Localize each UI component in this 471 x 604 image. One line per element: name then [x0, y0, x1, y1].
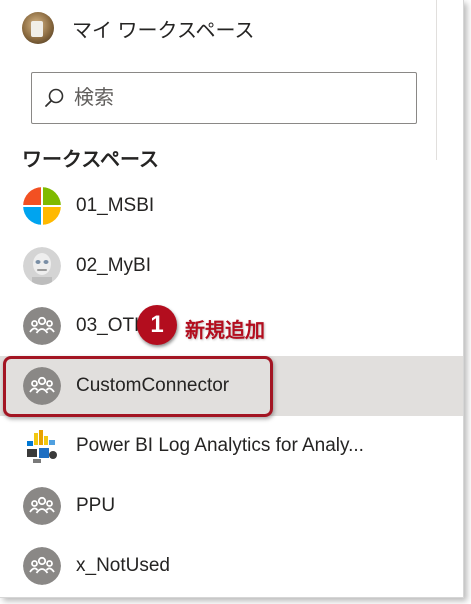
workspace-item-x-notused[interactable]: x_NotUsed — [0, 536, 463, 596]
search-box[interactable] — [31, 72, 417, 124]
panel-divider — [436, 0, 437, 160]
robot-avatar-icon — [23, 247, 61, 285]
log-analytics-logo-icon — [23, 427, 61, 465]
annotation-callout-text: 新規追加 — [181, 313, 269, 343]
workspace-item-ppu[interactable]: PPU — [0, 476, 463, 536]
annotation-number-badge: 1 — [137, 305, 177, 345]
workspace-label: 02_MyBI — [76, 255, 151, 276]
workspace-item-power-bi-log-analytics[interactable]: Power BI Log Analytics for Analy... — [0, 416, 463, 476]
search-icon — [45, 88, 64, 107]
four-square-logo-icon — [23, 187, 61, 225]
search-input[interactable] — [72, 85, 406, 111]
workspace-label: PPU — [76, 495, 116, 516]
my-workspace-avatar — [22, 12, 54, 44]
workspaces-section-title: ワークスペース — [22, 149, 159, 171]
workspace-item-01-msbi[interactable]: 01_MSBI — [0, 176, 463, 236]
highlight-box — [3, 356, 273, 417]
workspace-item-02-mybi[interactable]: 02_MyBI — [0, 236, 463, 296]
workspace-label: x_NotUsed — [76, 555, 170, 576]
workspace-label: Power BI Log Analytics for Analy... — [76, 435, 364, 456]
workspace-panel: マイ ワークスペース ワークスペース 01 — [0, 0, 464, 598]
my-workspace-label: マイ ワークスペース — [72, 19, 255, 42]
workspace-label: 01_MSBI — [76, 195, 155, 216]
group-icon — [23, 547, 61, 585]
group-icon — [23, 487, 61, 525]
group-icon — [23, 307, 61, 345]
my-workspace-item[interactable]: マイ ワークスペース — [22, 10, 255, 46]
